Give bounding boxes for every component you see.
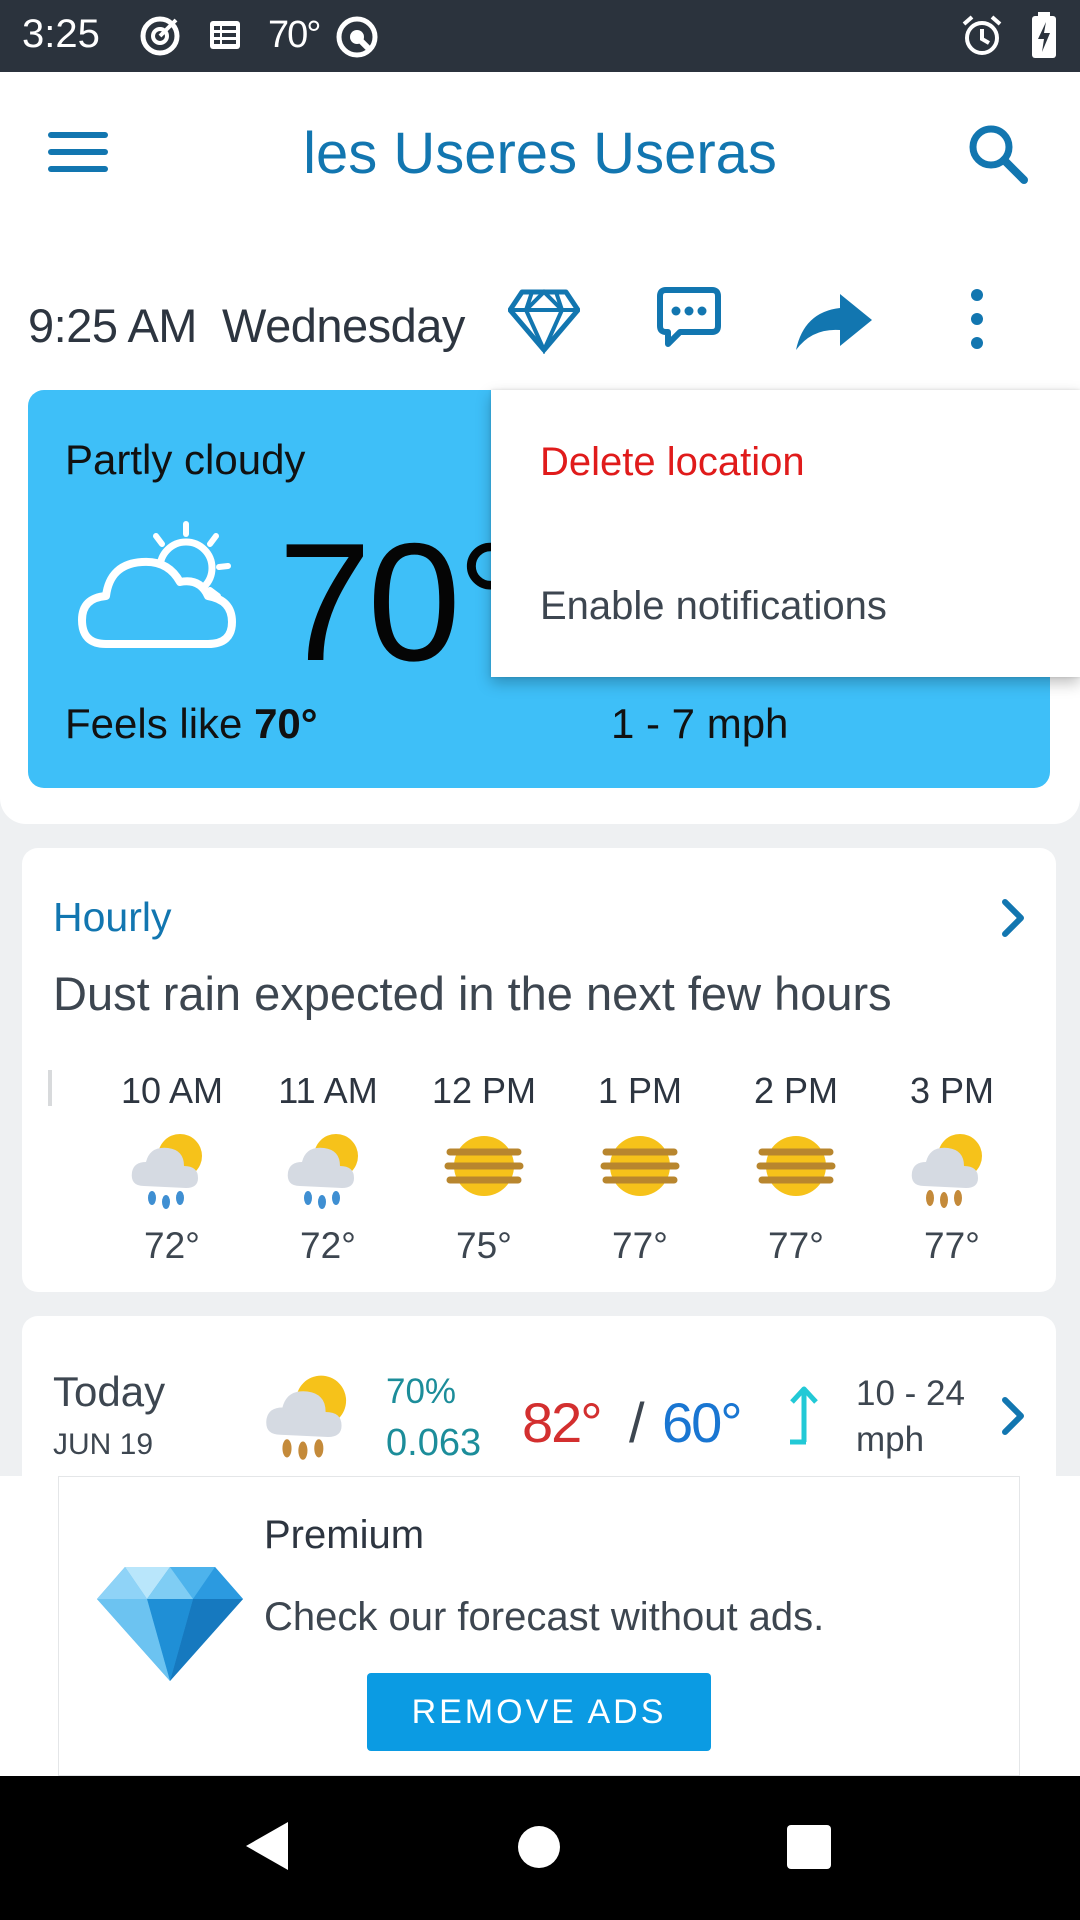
- chevron-right-icon[interactable]: [1000, 898, 1026, 938]
- current-temperature: 70°: [278, 508, 524, 696]
- haze-sun-icon: [600, 1136, 680, 1196]
- sun-dust-rain-icon: [911, 1134, 982, 1208]
- at-icon: [336, 16, 378, 58]
- hourly-temp: 72°: [144, 1225, 200, 1266]
- app-bar: les Useres Useras: [0, 72, 1080, 234]
- feels-like-label: Feels like: [65, 700, 255, 747]
- hourly-card[interactable]: Hourly Dust rain expected in the next fe…: [22, 848, 1056, 1292]
- daily-day: Today: [53, 1368, 166, 1415]
- hourly-time: 10 AM: [120, 1070, 224, 1111]
- hourly-title: Hourly: [53, 894, 172, 940]
- hourly-temp: 77°: [612, 1225, 668, 1266]
- chat-icon[interactable]: [656, 286, 722, 352]
- premium-ad-banner: Premium Check our forecast without ads. …: [58, 1476, 1020, 1776]
- more-vertical-icon[interactable]: [962, 286, 992, 352]
- remove-ads-button[interactable]: REMOVE ADS: [367, 1673, 711, 1751]
- hourly-item[interactable]: 1 PM 77°: [562, 1070, 718, 1267]
- sun-rain-icon: [131, 1134, 202, 1209]
- wind-unit: mph: [856, 1420, 925, 1459]
- navigation-bar: [0, 1776, 1080, 1920]
- search-icon[interactable]: [966, 122, 1030, 186]
- home-icon[interactable]: [516, 1824, 562, 1870]
- share-icon[interactable]: [794, 292, 874, 352]
- hourly-time: 12 PM: [431, 1070, 537, 1111]
- hourly-time: 1 PM: [597, 1070, 683, 1111]
- chevron-right-icon[interactable]: [1000, 1396, 1026, 1436]
- low-temp: 60°: [662, 1391, 743, 1454]
- target-icon: [140, 16, 180, 56]
- condition-text: Partly cloudy: [65, 436, 306, 483]
- hourly-temp: 75°: [456, 1225, 512, 1266]
- status-temperature: 70°: [268, 14, 321, 56]
- recents-icon[interactable]: [786, 1824, 832, 1870]
- alarm-icon: [962, 15, 1002, 55]
- precip-amount: 0.063: [386, 1422, 482, 1464]
- premium-diamond-icon: [97, 1567, 243, 1681]
- hourly-summary: Dust rain expected in the next few hours: [53, 967, 892, 1020]
- scroll-edge-fade: [48, 1070, 52, 1106]
- back-icon[interactable]: [244, 1820, 290, 1872]
- hourly-item[interactable]: 2 PM 77°: [718, 1070, 874, 1267]
- sun-rain-icon: [287, 1134, 358, 1209]
- wind-speed: 1 - 7 mph: [611, 700, 789, 747]
- hourly-item[interactable]: 12 PM 75°: [406, 1070, 562, 1267]
- daily-date: JUN 19: [53, 1428, 154, 1461]
- hourly-temp: 77°: [768, 1225, 824, 1266]
- haze-sun-icon: [444, 1136, 524, 1196]
- hourly-item[interactable]: 10 AM 72°: [94, 1070, 250, 1267]
- feels-like-value: 70°: [254, 700, 318, 747]
- sun-dust-rain-icon: [266, 1375, 347, 1460]
- wind-range: 10 - 24: [856, 1374, 965, 1413]
- wind-direction-icon: [790, 1386, 818, 1445]
- current-datetime: 9:25 AM Wednesday: [28, 299, 465, 352]
- diamond-icon[interactable]: [508, 288, 580, 354]
- status-time: 3:25: [22, 12, 100, 56]
- menu-item-delete-location[interactable]: Delete location: [540, 440, 805, 485]
- hourly-time: 2 PM: [753, 1070, 839, 1111]
- ad-text: Check our forecast without ads.: [264, 1595, 825, 1639]
- hourly-item[interactable]: 11 AM 72°: [250, 1070, 406, 1267]
- haze-sun-icon: [756, 1136, 836, 1196]
- feels-like: Feels like 70°: [65, 700, 318, 748]
- hourly-item[interactable]: 3 PM 77°: [874, 1070, 1030, 1267]
- hourly-temp: 77°: [924, 1225, 980, 1266]
- status-bar: 3:25 70°: [0, 0, 1080, 72]
- ad-title: Premium: [264, 1513, 425, 1557]
- overflow-menu: Delete location Enable notifications: [491, 390, 1080, 677]
- date-row: 9:25 AM Wednesday: [0, 234, 1080, 390]
- temp-separator: /: [629, 1391, 645, 1454]
- partly-cloudy-icon: [78, 521, 236, 648]
- precip-percent: 70%: [386, 1372, 457, 1411]
- battery-charging-icon: [1032, 12, 1056, 58]
- hourly-time: 11 AM: [278, 1070, 378, 1111]
- daily-row-today[interactable]: Today JUN 19 70% 0.063 82° / 60° 10 - 24…: [22, 1316, 1056, 1476]
- news-icon: [210, 21, 240, 49]
- location-title[interactable]: les Useres Useras: [0, 120, 1080, 187]
- hourly-temp: 72°: [300, 1225, 356, 1266]
- high-temp: 82°: [522, 1391, 603, 1454]
- menu-item-enable-notifications[interactable]: Enable notifications: [540, 584, 887, 629]
- hourly-time: 3 PM: [909, 1070, 995, 1111]
